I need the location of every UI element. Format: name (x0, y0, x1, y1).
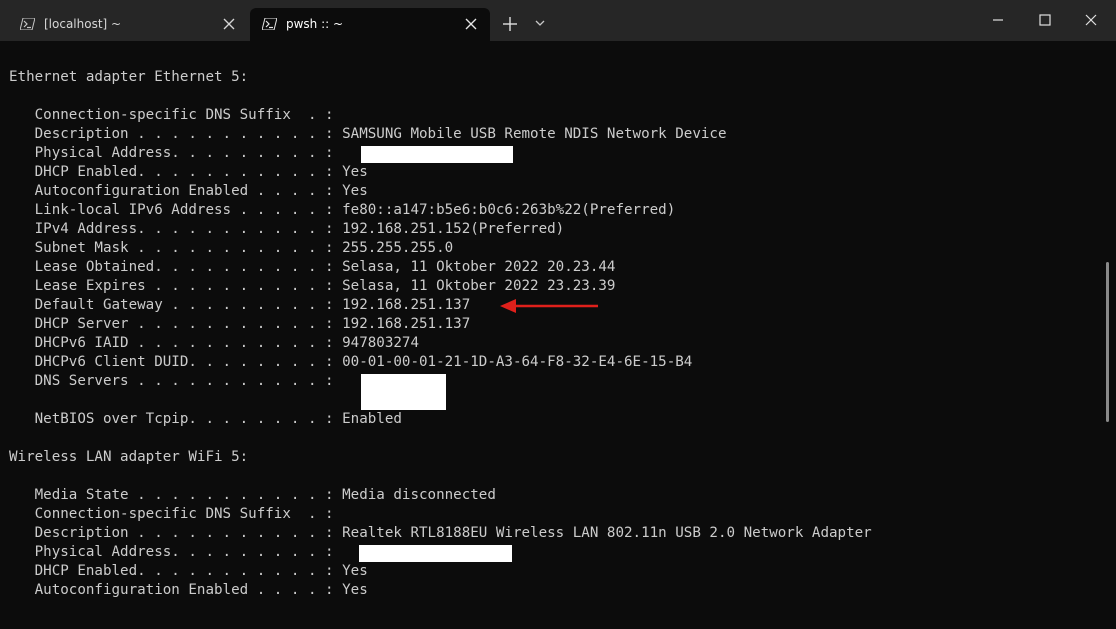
terminal-line: Media State . . . . . . . . . . . : Medi… (9, 487, 496, 503)
minimize-icon[interactable] (988, 10, 1008, 30)
new-tab-plus-icon[interactable] (502, 16, 518, 32)
terminal-line: Lease Obtained. . . . . . . . . . : Sela… (9, 259, 616, 275)
terminal-line: DHCP Enabled. . . . . . . . . . . : Yes (9, 563, 368, 579)
maximize-icon[interactable] (1035, 10, 1055, 30)
powershell-icon (262, 18, 277, 30)
terminal-line: Link-local IPv6 Address . . . . . : fe80… (9, 202, 676, 218)
terminal-line: DHCP Enabled. . . . . . . . . . . : Yes (9, 164, 368, 180)
redacted-dns-servers (361, 374, 446, 410)
scrollbar-thumb[interactable] (1106, 262, 1109, 422)
chevron-down-icon[interactable] (534, 18, 546, 28)
tab-localhost[interactable]: [localhost] ~ (8, 8, 248, 41)
terminal-line: Connection-specific DNS Suffix . : (9, 506, 334, 522)
tab-pwsh[interactable]: pwsh :: ~ (250, 8, 490, 41)
terminal-line: Default Gateway . . . . . . . . . : 192.… (9, 297, 471, 313)
terminal-line: Subnet Mask . . . . . . . . . . . : 255.… (9, 240, 454, 256)
terminal-line: DHCP Server . . . . . . . . . . . : 192.… (9, 316, 471, 332)
terminal-line: Wireless LAN adapter WiFi 5: (9, 449, 249, 465)
terminal-line: DHCPv6 IAID . . . . . . . . . . . : 9478… (9, 335, 419, 351)
terminal-line: Autoconfiguration Enabled . . . . : Yes (9, 183, 368, 199)
tab-label: [localhost] ~ (44, 17, 122, 31)
terminal-line: Description . . . . . . . . . . . : Real… (9, 525, 872, 541)
terminal-line: IPv4 Address. . . . . . . . . . . : 192.… (9, 221, 565, 237)
annotation-arrow-icon (500, 299, 598, 313)
terminal-line: DNS Servers . . . . . . . . . . . : (9, 373, 334, 389)
terminal-line: NetBIOS over Tcpip. . . . . . . . : Enab… (9, 411, 402, 427)
close-tab-icon[interactable] (222, 17, 236, 31)
terminal-line: Lease Expires . . . . . . . . . . : Sela… (9, 278, 616, 294)
terminal-line: DHCPv6 Client DUID. . . . . . . . : 00-0… (9, 354, 693, 370)
terminal-line: Ethernet adapter Ethernet 5: (9, 69, 249, 85)
powershell-icon (20, 18, 35, 30)
terminal-line: Autoconfiguration Enabled . . . . : Yes (9, 582, 368, 598)
terminal-line: Physical Address. . . . . . . . . : (9, 544, 334, 560)
title-bar: [localhost] ~ pwsh :: ~ (0, 0, 1116, 41)
terminal-line: Physical Address. . . . . . . . . : (9, 145, 334, 161)
terminal-line: Connection-specific DNS Suffix . : (9, 107, 334, 123)
redacted-physical-address-wifi (359, 545, 512, 562)
redacted-physical-address-ethernet (361, 146, 513, 163)
close-tab-icon[interactable] (464, 17, 478, 31)
terminal-line: Description . . . . . . . . . . . : SAMS… (9, 126, 727, 142)
close-window-icon[interactable] (1081, 10, 1101, 30)
tab-label: pwsh :: ~ (286, 17, 344, 31)
